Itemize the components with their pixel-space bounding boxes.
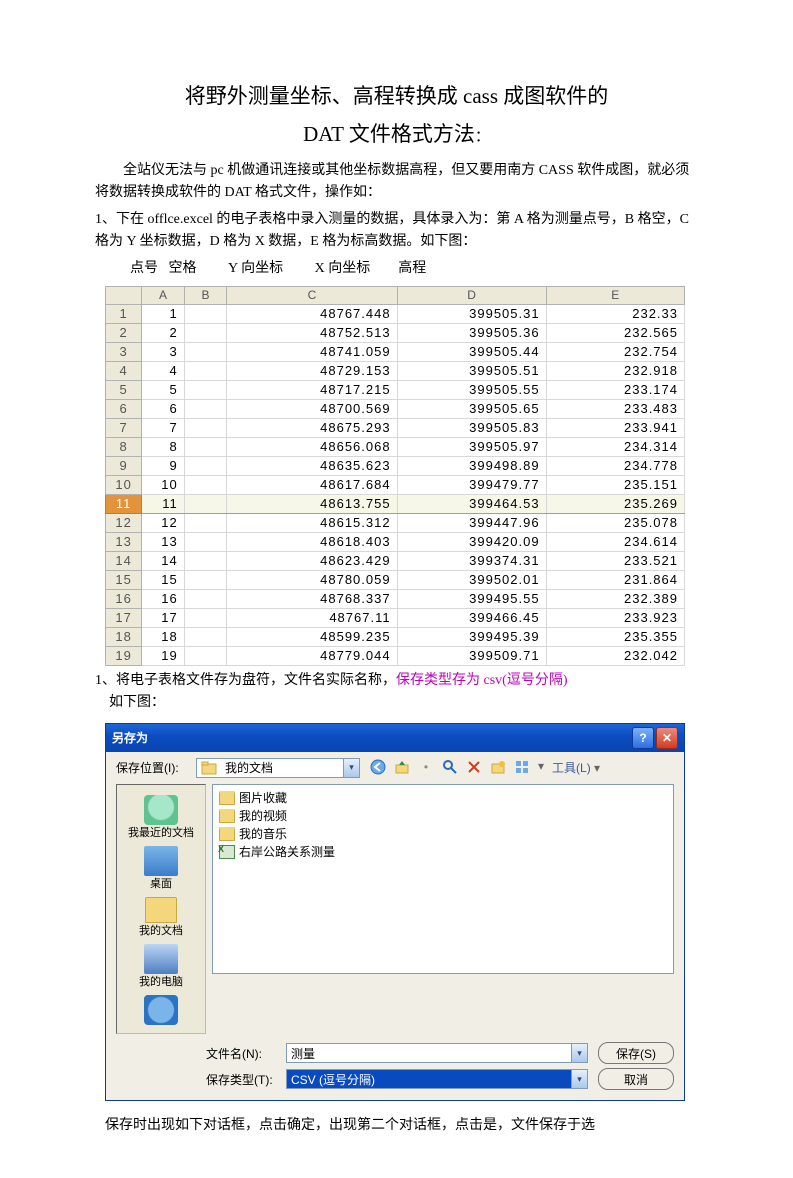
table-row: 111148613.755399464.53235.269 (106, 494, 685, 513)
table-row: 9948635.623399498.89234.778 (106, 456, 685, 475)
excel-file-icon (219, 845, 235, 859)
excel-col-header (106, 286, 142, 304)
toolbar-icons: • ▾ 工具(L) ▾ (370, 759, 600, 776)
table-row: 2248752.513399505.36232.565 (106, 323, 685, 342)
table-row: 171748767.11399466.45233.923 (106, 608, 685, 627)
tools-menu[interactable]: 工具(L) ▾ (552, 759, 600, 776)
close-button[interactable]: ✕ (656, 727, 678, 749)
save-in-label: 保存位置(I): (116, 759, 196, 776)
file-name: 我的音乐 (239, 825, 287, 842)
delete-icon[interactable] (466, 759, 482, 775)
excel-col-header: B (184, 286, 227, 304)
paragraph-step1: 1、下在 offlce.excel 的电子表格中录入测量的数据，具体录入为：第 … (95, 209, 698, 254)
list-item[interactable]: 右岸公路关系测量 (219, 843, 667, 861)
search-icon[interactable] (442, 759, 458, 775)
desktop-icon (144, 846, 178, 876)
folder-icon (201, 760, 217, 776)
network-icon (144, 995, 178, 1025)
file-name: 我的视频 (239, 807, 287, 824)
table-row: 8848656.068399505.97234.314 (106, 437, 685, 456)
dialog-titlebar: 另存为 ? ✕ (106, 724, 684, 752)
list-item[interactable]: 图片收藏 (219, 789, 667, 807)
views-icon[interactable] (514, 759, 530, 775)
excel-col-header: A (142, 286, 185, 304)
doc-title-2: DAT 文件格式方法： (95, 118, 698, 148)
table-row: 7748675.293399505.83233.941 (106, 418, 685, 437)
paragraph-step-save: 1、将电子表格文件存为盘符，文件名实际名称，保存类型存为 csv(逗号分隔) 如… (95, 670, 698, 715)
help-button[interactable]: ? (632, 727, 654, 749)
table-row: 161648768.337399495.55232.389 (106, 589, 685, 608)
place-recent[interactable]: 我最近的文档 (128, 791, 194, 840)
table-row: 6648700.569399505.65233.483 (106, 399, 685, 418)
save-in-select[interactable]: 我的文档 ▾ (196, 758, 360, 778)
folder-icon (219, 791, 235, 805)
mypc-icon (144, 944, 178, 974)
table-row: 121248615.312399447.96235.078 (106, 513, 685, 532)
newfolder-icon[interactable] (490, 759, 506, 775)
filetype-select[interactable]: CSV (逗号分隔) ▾ (286, 1069, 588, 1089)
doc-title-1: 将野外测量坐标、高程转换成 cass 成图软件的 (95, 80, 698, 110)
up-icon[interactable] (394, 759, 410, 775)
recent-icon (144, 795, 178, 825)
save-button[interactable]: 保存(S) (598, 1042, 674, 1064)
excel-col-header: C (227, 286, 397, 304)
table-row: 5548717.215399505.55233.174 (106, 380, 685, 399)
mydocs-icon (145, 897, 177, 923)
excel-table: ABCDE 1148767.448399505.31232.332248752.… (105, 286, 685, 666)
excel-col-header: E (546, 286, 684, 304)
places-bar: 我最近的文档 桌面 我的文档 我的电脑 (116, 784, 206, 1035)
table-row: 3348741.059399505.44232.754 (106, 342, 685, 361)
filetype-label: 保存类型(T): (206, 1071, 286, 1088)
back-icon[interactable] (370, 759, 386, 775)
dropdown-icon[interactable]: ▾ (343, 759, 359, 777)
table-row: 151548780.059399502.01231.864 (106, 570, 685, 589)
table-row: 181848599.235399495.39235.355 (106, 627, 685, 646)
file-name: 右岸公路关系测量 (239, 843, 335, 860)
excel-col-header: D (397, 286, 546, 304)
list-item[interactable]: 我的音乐 (219, 825, 667, 843)
filename-label: 文件名(N): (206, 1045, 286, 1062)
place-mypc[interactable]: 我的电脑 (139, 940, 183, 989)
table-row: 131348618.403399420.09234.614 (106, 532, 685, 551)
dropdown-icon[interactable]: ▾ (571, 1070, 587, 1088)
file-list[interactable]: 图片收藏我的视频我的音乐右岸公路关系测量 (212, 784, 674, 974)
folder-icon (219, 827, 235, 841)
list-item[interactable]: 我的视频 (219, 807, 667, 825)
dialog-title: 另存为 (112, 729, 148, 746)
save-in-value: 我的文档 (221, 759, 343, 776)
paragraph-after-save: 保存时出现如下对话框，点击确定，出现第二个对话框，点击是，文件保存于选 (105, 1115, 698, 1137)
table-row: 101048617.684399479.77235.151 (106, 475, 685, 494)
place-desktop[interactable]: 桌面 (144, 842, 178, 891)
column-labels: 点号 空格 Y 向坐标 X 向坐标 高程 (95, 258, 698, 280)
cancel-button[interactable]: 取消 (598, 1068, 674, 1090)
save-as-dialog: 另存为 ? ✕ 保存位置(I): 我的文档 ▾ • ▾ (105, 723, 685, 1102)
filename-input[interactable]: 测量 ▾ (286, 1043, 588, 1063)
table-row: 4448729.153399505.51232.918 (106, 361, 685, 380)
folder-icon (219, 809, 235, 823)
place-network[interactable] (144, 991, 178, 1027)
dropdown-icon[interactable]: ▾ (571, 1044, 587, 1062)
table-row: 1148767.448399505.31232.33 (106, 304, 685, 323)
file-name: 图片收藏 (239, 789, 287, 806)
paragraph-intro: 全站仪无法与 pc 机做通讯连接或其他坐标数据高程，但又要用南方 CASS 软件… (95, 160, 698, 205)
table-row: 191948779.044399509.71232.042 (106, 646, 685, 665)
place-mydocs[interactable]: 我的文档 (139, 893, 183, 938)
table-row: 141448623.429399374.31233.521 (106, 551, 685, 570)
